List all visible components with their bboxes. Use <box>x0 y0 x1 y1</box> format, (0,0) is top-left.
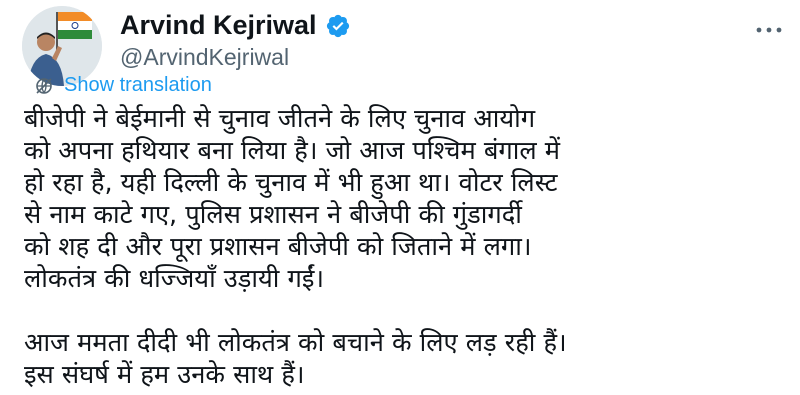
author-name[interactable]: Arvind Kejriwal <box>120 10 317 41</box>
tweet-line: लोकतंत्र की धज्जियाँ उड़ायी गईं। <box>24 264 325 294</box>
more-options-icon[interactable] <box>754 22 784 38</box>
tweet-line: हो रहा है, यही दिल्ली के चुनाव में भी हु… <box>24 168 558 198</box>
tweet-text: बीजेपी ने बेईमानी से चुनाव जीतने के लिए … <box>24 103 792 391</box>
tweet-line: इस संघर्ष में हम उनके साथ हैं। <box>24 360 305 390</box>
show-translation-link[interactable]: Show translation <box>34 74 212 97</box>
tweet-line: को शह दी और पूरा प्रशासन बीजेपी को जितान… <box>24 232 532 262</box>
tweet-line: बीजेपी ने बेईमानी से चुनाव जीतने के लिए … <box>24 104 536 134</box>
verified-badge-icon <box>326 14 349 37</box>
show-translation-label[interactable]: Show translation <box>64 74 212 97</box>
globe-icon <box>36 77 52 94</box>
tweet-line: से नाम काटे गए, पुलिस प्रशासन ने बीजेपी … <box>24 200 522 230</box>
author-name-row[interactable]: Arvind Kejriwal <box>120 10 351 41</box>
tweet-line: को अपना हथियार बना लिया है। जो आज पश्चिम… <box>24 136 560 166</box>
author-handle[interactable]: @ArvindKejriwal <box>120 44 289 71</box>
tweet-line: आज ममता दीदी भी लोकतंत्र को बचाने के लिए… <box>24 328 567 358</box>
